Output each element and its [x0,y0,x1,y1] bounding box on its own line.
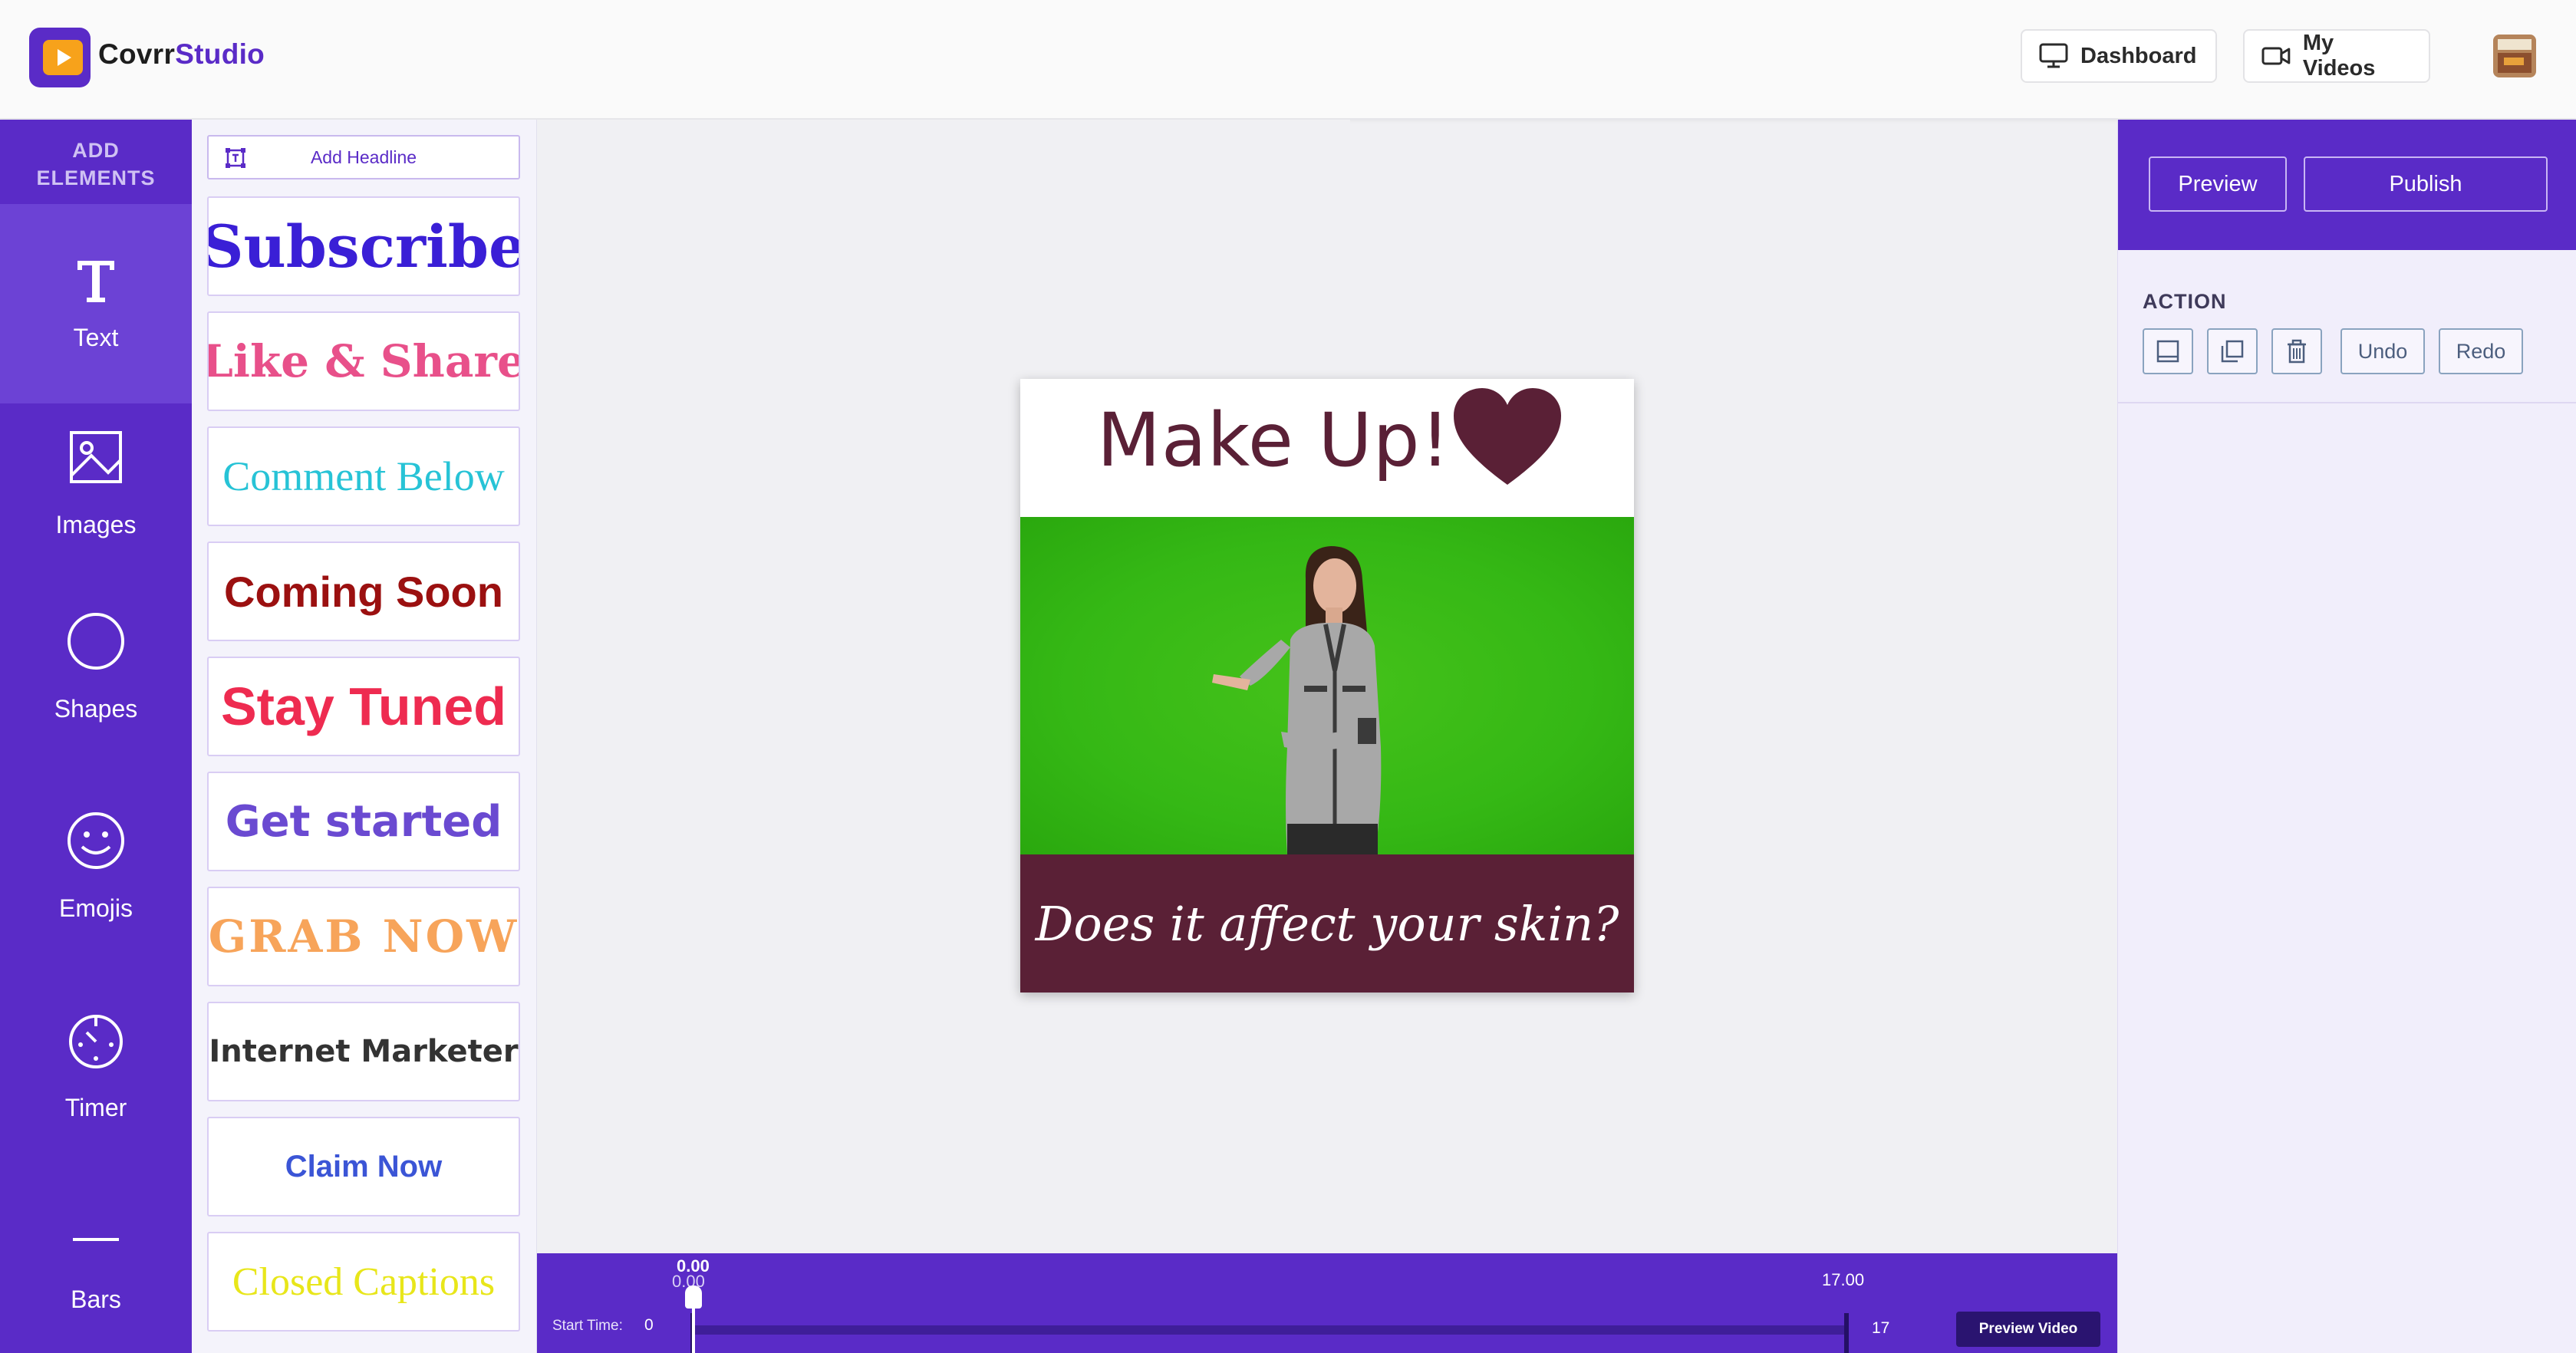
video-camera-icon [2261,47,2291,65]
template-text: Get started [225,796,502,847]
smiley-icon [65,810,127,871]
end-time: 17.00 [1822,1270,1865,1289]
send-backward-icon [2221,340,2244,363]
start-time-value: 0 [644,1316,654,1334]
elements-sidebar: ADD ELEMENTS Text Images Shapes Emojis T… [0,120,192,1353]
template-stay-tuned[interactable]: Stay Tuned [207,657,520,756]
template-text: Internet Marketer [209,1034,519,1069]
properties-panel: Preview Publish ACTION Undo Redo [2117,120,2576,1353]
trash-icon [2288,339,2306,364]
avatar-part [2498,39,2532,50]
logo-inner [43,40,83,75]
publish-button[interactable]: Publish [2304,156,2548,212]
timeline-track[interactable] [690,1325,1849,1335]
timer-icon [65,1009,127,1071]
timeline: 0.00 0.00 17.00 Start Time: 0 17 Preview… [537,1253,2117,1353]
sidebar-item-label: Emojis [58,894,133,922]
green-screen-video[interactable] [1020,517,1634,854]
circle-icon [65,611,127,672]
sidebar-item-shapes[interactable]: Shapes [0,603,192,802]
avatar-part [2504,58,2524,65]
sidebar-item-label: Images [55,511,137,538]
sidebar-heading: ADD ELEMENTS [0,120,192,204]
playhead-handle[interactable] [685,1286,702,1309]
sidebar-item-label: Timer [64,1094,127,1121]
sidebar-item-text[interactable]: Text [0,204,192,403]
preview-video-button[interactable]: Preview Video [1956,1312,2100,1347]
sidebar-heading-line2: ELEMENTS [36,166,156,189]
action-heading: ACTION [2143,290,2227,313]
template-closed-captions[interactable]: Closed Captions [207,1232,520,1332]
sidebar-item-timer[interactable]: Timer [0,1002,192,1201]
undo-button[interactable]: Undo [2340,328,2425,374]
template-text: Claim Now [285,1149,443,1183]
template-text: Like & Share [207,335,520,387]
sidebar-heading-line1: ADD [72,139,120,162]
templates-panel: Add Headline Subscribe Like & Share Comm… [192,120,537,1353]
bring-forward-button[interactable] [2143,328,2193,374]
my-videos-button[interactable]: My Videos [2243,29,2430,83]
brand-name-left: Covrr [98,38,176,70]
bring-forward-icon [2156,340,2179,363]
template-text: Stay Tuned [220,676,507,736]
presenter-figure [1212,546,1382,854]
template-text: GRAB NOW [208,910,519,963]
sidebar-item-label: Shapes [54,695,138,723]
sidebar-item-emojis[interactable]: Emojis [0,802,192,1002]
sidebar-item-bars[interactable]: Bars [0,1201,192,1353]
template-text: Comment Below [222,453,505,499]
sidebar-item-label: Bars [71,1286,121,1313]
template-text: Subscribe [207,212,520,281]
brand-name-right: Studio [175,38,265,70]
brand-name[interactable]: CovrrStudio [98,38,265,71]
template-text: Closed Captions [232,1259,496,1304]
editor-canvas: Make Up! Does it affect your skin? [537,120,1634,1253]
template-grab-now[interactable]: GRAB NOW [207,887,520,986]
sidebar-item-label: Text [73,324,119,351]
preview-button[interactable]: Preview [2149,156,2287,212]
template-subscribe[interactable]: Subscribe [207,196,520,296]
template-get-started[interactable]: Get started [207,772,520,871]
video-preview[interactable]: Make Up! Does it affect your skin? [1020,379,1634,993]
template-comment-below[interactable]: Comment Below [207,426,520,526]
avatar[interactable] [2493,35,2536,77]
text-icon [65,250,127,311]
my-videos-label: My Videos [2302,31,2376,81]
sidebar-item-images[interactable]: Images [0,403,192,603]
delete-button[interactable] [2271,328,2322,374]
publish-bar: Preview Publish [2118,120,2576,250]
video-title[interactable]: Make Up! [1097,397,1451,483]
template-like-share[interactable]: Like & Share [207,311,520,411]
add-headline-label: Add Headline [310,146,417,167]
dashboard-button[interactable]: Dashboard [2021,29,2217,83]
action-section: ACTION Undo Redo [2118,250,2576,403]
image-icon [65,426,127,488]
add-headline-button[interactable]: Add Headline [207,135,520,179]
bar-icon [65,1209,127,1270]
end-value: 17 [1872,1319,1890,1337]
caption-bar[interactable]: Does it affect your skin? [1020,854,1634,993]
dashboard-label: Dashboard [2080,43,2197,68]
heart-icon[interactable] [1450,385,1565,492]
logo-icon[interactable] [29,28,91,87]
monitor-icon [2039,43,2068,68]
template-coming-soon[interactable]: Coming Soon [207,542,520,641]
template-internet-marketer[interactable]: Internet Marketer [207,1002,520,1101]
template-claim-now[interactable]: Claim Now [207,1117,520,1216]
title-bar[interactable]: Make Up! [1020,379,1634,517]
video-caption[interactable]: Does it affect your skin? [1036,896,1619,952]
send-backward-button[interactable] [2207,328,2258,374]
timeline-end-handle[interactable] [1844,1313,1849,1353]
top-bar: CovrrStudio Dashboard My Videos [0,0,2576,119]
template-text: Coming Soon [224,567,503,616]
play-icon [58,49,71,66]
start-time-label: Start Time: [552,1318,623,1334]
redo-button[interactable]: Redo [2439,328,2523,374]
